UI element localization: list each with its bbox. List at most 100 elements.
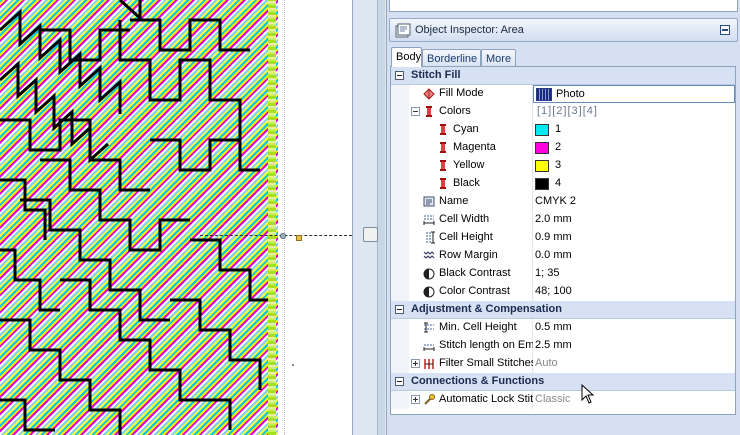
- top-input-field[interactable]: [389, 0, 738, 12]
- category-title: Adjustment & Compensation: [411, 303, 562, 315]
- property-value: 2.5 mm: [535, 339, 572, 351]
- property-grid: Stitch Fill Fill Mode Photo Colors [1][2…: [390, 66, 736, 415]
- property-color-cyan[interactable]: Cyan 1: [391, 121, 735, 139]
- property-value: 1; 35: [535, 267, 560, 279]
- tab-more[interactable]: More: [481, 49, 516, 67]
- property-value: 3: [555, 159, 562, 171]
- contrast-icon: [423, 268, 435, 280]
- fill-mode-select[interactable]: Photo: [533, 85, 735, 103]
- filter-stitches-icon: [424, 359, 434, 369]
- property-label: Magenta: [453, 141, 496, 153]
- property-color-magenta[interactable]: Magenta 2: [391, 139, 735, 157]
- property-name[interactable]: Name CMYK 2: [391, 193, 735, 211]
- mouse-pointer-icon: [581, 384, 595, 404]
- tab-borderline[interactable]: Borderline: [422, 49, 481, 67]
- splitter-handle[interactable]: [363, 227, 378, 242]
- name-list-icon: [423, 196, 435, 207]
- property-value: Auto: [535, 357, 558, 369]
- inspector-header: Object Inspector: Area: [389, 18, 738, 42]
- property-color-black[interactable]: Black 4: [391, 175, 735, 193]
- property-value: Classic: [535, 393, 571, 405]
- property-stitch-length[interactable]: Stitch length on Em 2.5 mm: [391, 337, 735, 355]
- property-black-contrast[interactable]: Black Contrast 1; 35: [391, 265, 735, 283]
- property-label: Cell Height: [439, 231, 493, 243]
- selection-node[interactable]: [280, 233, 286, 239]
- center-guide-line: [200, 235, 352, 236]
- selection-handle[interactable]: [296, 235, 302, 241]
- area-border-stitch: [268, 0, 276, 435]
- thread-spool-icon: [426, 106, 432, 117]
- property-colors[interactable]: Colors [1][2][3][4]: [391, 103, 735, 121]
- thread-spool-icon: [440, 178, 446, 189]
- scrollbar-track[interactable]: [377, 0, 385, 435]
- property-label: Min. Cell Height: [439, 321, 517, 333]
- fill-mode-icon: [423, 88, 435, 100]
- category-title: Connections & Functions: [411, 375, 545, 387]
- property-cell-width[interactable]: Cell Width 2.0 mm: [391, 211, 735, 229]
- property-label: Cyan: [453, 123, 479, 135]
- expand-icon[interactable]: [411, 395, 420, 404]
- property-color-contrast[interactable]: Color Contrast 48; 100: [391, 283, 735, 301]
- color-palette-slots[interactable]: [1][2][3][4]: [537, 105, 598, 117]
- property-label: Fill Mode: [439, 87, 484, 99]
- design-canvas[interactable]: [0, 0, 352, 435]
- property-label: Row Margin: [439, 249, 498, 261]
- property-filter-small-stitches[interactable]: Filter Small Stitches Auto: [391, 355, 735, 373]
- thread-spool-icon: [440, 160, 446, 171]
- property-label: Stitch length on Em: [439, 339, 535, 351]
- property-automatic-lock-stitch[interactable]: Automatic Lock Stit Classic: [391, 391, 735, 409]
- property-label: Black Contrast: [439, 267, 511, 279]
- property-value: 0.5 mm: [535, 321, 572, 333]
- vertical-splitter[interactable]: [352, 0, 386, 435]
- object-inspector-panel: Object Inspector: Area Body Borderline M…: [386, 0, 740, 435]
- property-label: Yellow: [453, 159, 485, 171]
- color-swatch[interactable]: [535, 124, 549, 136]
- collapse-panel-button[interactable]: [720, 25, 730, 35]
- inspector-title: Object Inspector: Area: [415, 24, 524, 36]
- property-value: 2: [555, 141, 562, 153]
- page-margin-line: [284, 0, 285, 435]
- property-row-margin[interactable]: Row Margin 0.0 mm: [391, 247, 735, 265]
- property-value: 0.0 mm: [535, 249, 572, 261]
- property-label: Colors: [439, 105, 471, 117]
- contrast-icon: [423, 286, 435, 298]
- photo-fill-icon: [536, 88, 552, 101]
- property-label: Cell Width: [439, 213, 490, 225]
- property-value: Photo: [556, 88, 585, 100]
- property-cell-height[interactable]: Cell Height 0.9 mm: [391, 229, 735, 247]
- property-value: 48; 100: [535, 285, 572, 297]
- property-color-yellow[interactable]: Yellow 3: [391, 157, 735, 175]
- collapse-icon[interactable]: [395, 305, 404, 314]
- expand-icon[interactable]: [411, 359, 420, 368]
- reference-point: [292, 364, 294, 366]
- category-stitch-fill[interactable]: Stitch Fill: [391, 67, 735, 85]
- property-label: Name: [439, 195, 469, 207]
- property-label: Black: [453, 177, 480, 189]
- collapse-icon[interactable]: [395, 377, 404, 386]
- stitch-length-icon: [423, 344, 435, 351]
- cell-width-icon: [423, 215, 435, 225]
- min-cell-height-icon: [424, 322, 434, 333]
- category-title: Stitch Fill: [411, 69, 461, 81]
- color-swatch[interactable]: [535, 160, 549, 172]
- thread-spool-icon: [440, 124, 446, 135]
- property-label: Color Contrast: [439, 285, 510, 297]
- property-fill-mode[interactable]: Fill Mode Photo: [391, 85, 735, 103]
- category-connections-functions[interactable]: Connections & Functions: [391, 373, 735, 391]
- inspector-icon: [395, 23, 411, 38]
- property-value: 0.9 mm: [535, 231, 572, 243]
- photo-stitch-area[interactable]: [0, 0, 278, 435]
- category-adjustment-compensation[interactable]: Adjustment & Compensation: [391, 301, 735, 319]
- color-swatch[interactable]: [535, 178, 549, 190]
- thread-spool-icon: [440, 142, 446, 153]
- property-value: 4: [555, 177, 562, 189]
- color-swatch[interactable]: [535, 142, 549, 154]
- collapse-icon[interactable]: [411, 107, 420, 116]
- collapse-icon[interactable]: [395, 71, 404, 80]
- property-value: 2.0 mm: [535, 213, 572, 225]
- row-margin-icon: [423, 251, 435, 259]
- lock-stitch-icon: [424, 394, 435, 405]
- cell-height-icon: [426, 231, 435, 244]
- tab-body[interactable]: Body: [391, 47, 422, 67]
- property-min-cell-height[interactable]: Min. Cell Height 0.5 mm: [391, 319, 735, 337]
